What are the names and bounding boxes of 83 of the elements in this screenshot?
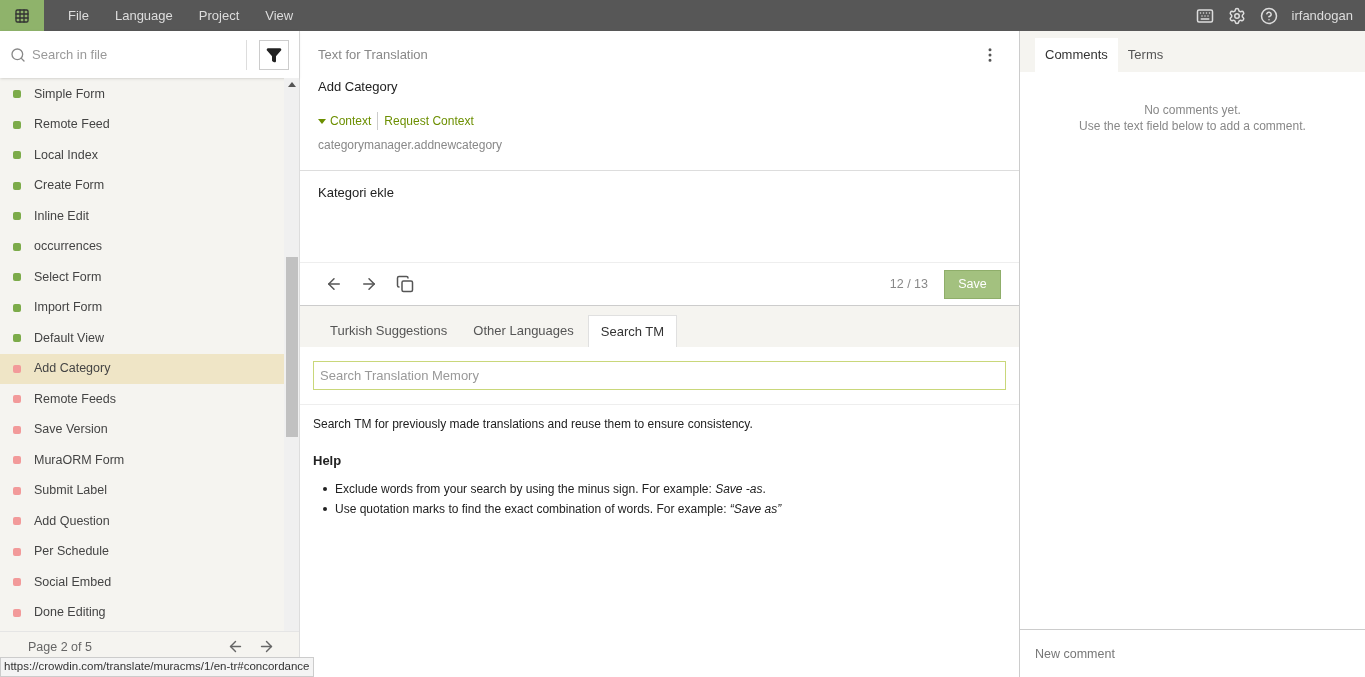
string-label: Create Form <box>34 177 105 195</box>
source-text: Add Category <box>318 77 399 96</box>
search-field[interactable]: Search in file <box>0 31 299 78</box>
previous-string-icon[interactable] <box>325 275 343 293</box>
empty-comments-title: No comments yet. <box>1144 102 1241 118</box>
string-list-item[interactable]: Add Question <box>0 506 284 537</box>
string-label: Simple Form <box>34 85 105 103</box>
string-label: Add Category <box>34 360 111 378</box>
next-page-icon[interactable] <box>258 638 275 655</box>
character-counter: 12 / 13 <box>889 275 928 293</box>
suggestion-tab[interactable]: Search TM <box>587 315 678 347</box>
grid-icon <box>14 7 30 24</box>
user-name[interactable]: irfandogan <box>1291 5 1353 26</box>
translation-field[interactable]: Kategori ekle <box>300 171 1019 263</box>
string-label: Remote Feed <box>34 116 110 134</box>
menu-item[interactable]: Language <box>114 5 173 26</box>
string-label: Import Form <box>34 299 103 317</box>
bullet-icon <box>323 486 327 491</box>
context-toggle[interactable]: Context <box>318 112 372 130</box>
string-list-item[interactable]: Simple Form <box>0 79 284 110</box>
next-string-icon[interactable] <box>360 275 378 293</box>
empty-comments-hint: Use the text field below to add a comment. <box>1079 118 1306 134</box>
scrollbar[interactable] <box>284 78 299 631</box>
string-list-item[interactable]: Inline Edit <box>0 201 284 232</box>
string-list-item[interactable]: Import Form <box>0 292 284 323</box>
string-list-item[interactable]: Per Schedule <box>0 536 284 567</box>
string-label: Local Index <box>34 146 98 164</box>
string-label: occurrences <box>34 238 103 256</box>
string-list-item[interactable]: Remote Feeds <box>0 384 284 415</box>
menu-item[interactable]: View <box>265 5 294 26</box>
bullet-icon <box>323 506 327 511</box>
string-label: Submit Label <box>34 482 107 500</box>
string-list-item[interactable]: Save Version <box>0 414 284 445</box>
help-title: Help <box>313 452 343 470</box>
string-list-item[interactable]: occurrences <box>0 231 284 262</box>
tm-search-field[interactable]: Search Translation Memory <box>313 361 1006 390</box>
string-label: Select Form <box>34 268 102 286</box>
string-list-item[interactable]: Add Category <box>0 353 284 384</box>
string-label: Remote Feeds <box>34 390 116 408</box>
filter-button[interactable] <box>259 39 289 70</box>
request-context-link[interactable]: Request Context <box>377 112 474 130</box>
panel-heading: Text for Translation <box>318 46 428 64</box>
string-list-item[interactable]: Select Form <box>0 262 284 293</box>
menu-item[interactable]: File <box>68 5 89 26</box>
string-label: Add Question <box>34 512 110 530</box>
settings-icon[interactable] <box>1227 6 1246 25</box>
scroll-thumb[interactable] <box>285 257 298 437</box>
string-list-item[interactable]: Create Form <box>0 170 284 201</box>
apps-menu-button[interactable] <box>0 0 44 31</box>
search-icon <box>10 46 26 63</box>
side-tab[interactable]: Comments <box>1035 38 1118 72</box>
side-tab[interactable]: Terms <box>1117 38 1174 72</box>
keyboard-icon[interactable] <box>1195 6 1214 25</box>
suggestion-tab[interactable]: Other Languages <box>461 315 586 347</box>
menu-item[interactable]: Project <box>198 5 240 26</box>
help-icon[interactable] <box>1259 6 1278 25</box>
string-list-item[interactable]: Social Embed <box>0 567 284 598</box>
string-list-item[interactable]: Remote Feed <box>0 109 284 140</box>
string-label: Per Schedule <box>34 543 110 561</box>
caret-icon <box>318 118 326 124</box>
string-list-item[interactable]: Default View <box>0 323 284 354</box>
scroll-up-icon[interactable] <box>287 82 296 87</box>
previous-page-icon[interactable] <box>227 638 244 655</box>
string-label: Done Editing <box>34 604 106 622</box>
string-list-item[interactable]: Submit Label <box>0 475 284 506</box>
string-label: Default View <box>34 329 104 347</box>
help-tip: Use quotation marks to find the exact combination of words. For example: “Save as” <box>335 500 783 518</box>
help-tip: Exclude words from your search by using the minus sign. For example: Save -as. <box>335 480 767 498</box>
tm-description: Search TM for previously made translations and reuse them to ensure consistency. <box>313 416 754 433</box>
string-label: Save Version <box>34 421 108 439</box>
string-list-item[interactable]: MuraORM Form <box>0 445 284 476</box>
string-label: MuraORM Form <box>34 451 125 469</box>
string-label: Inline Edit <box>34 207 89 225</box>
url-tooltip: https://crowdin.com/translate/muracms/1/en-tr#concordance <box>0 657 314 677</box>
string-list-item[interactable]: Local Index <box>0 140 284 171</box>
comment-field[interactable]: New comment <box>1020 629 1365 677</box>
copy-source-icon[interactable] <box>396 275 414 293</box>
string-key: categorymanager.addnewcategory <box>318 136 999 154</box>
string-list-item[interactable]: Done Editing <box>0 597 284 628</box>
suggestion-tab[interactable]: Turkish Suggestions <box>318 315 460 347</box>
string-label: Social Embed <box>34 573 112 591</box>
page-indicator: Page 2 of 5 <box>28 639 92 656</box>
filter-icon <box>266 46 282 63</box>
